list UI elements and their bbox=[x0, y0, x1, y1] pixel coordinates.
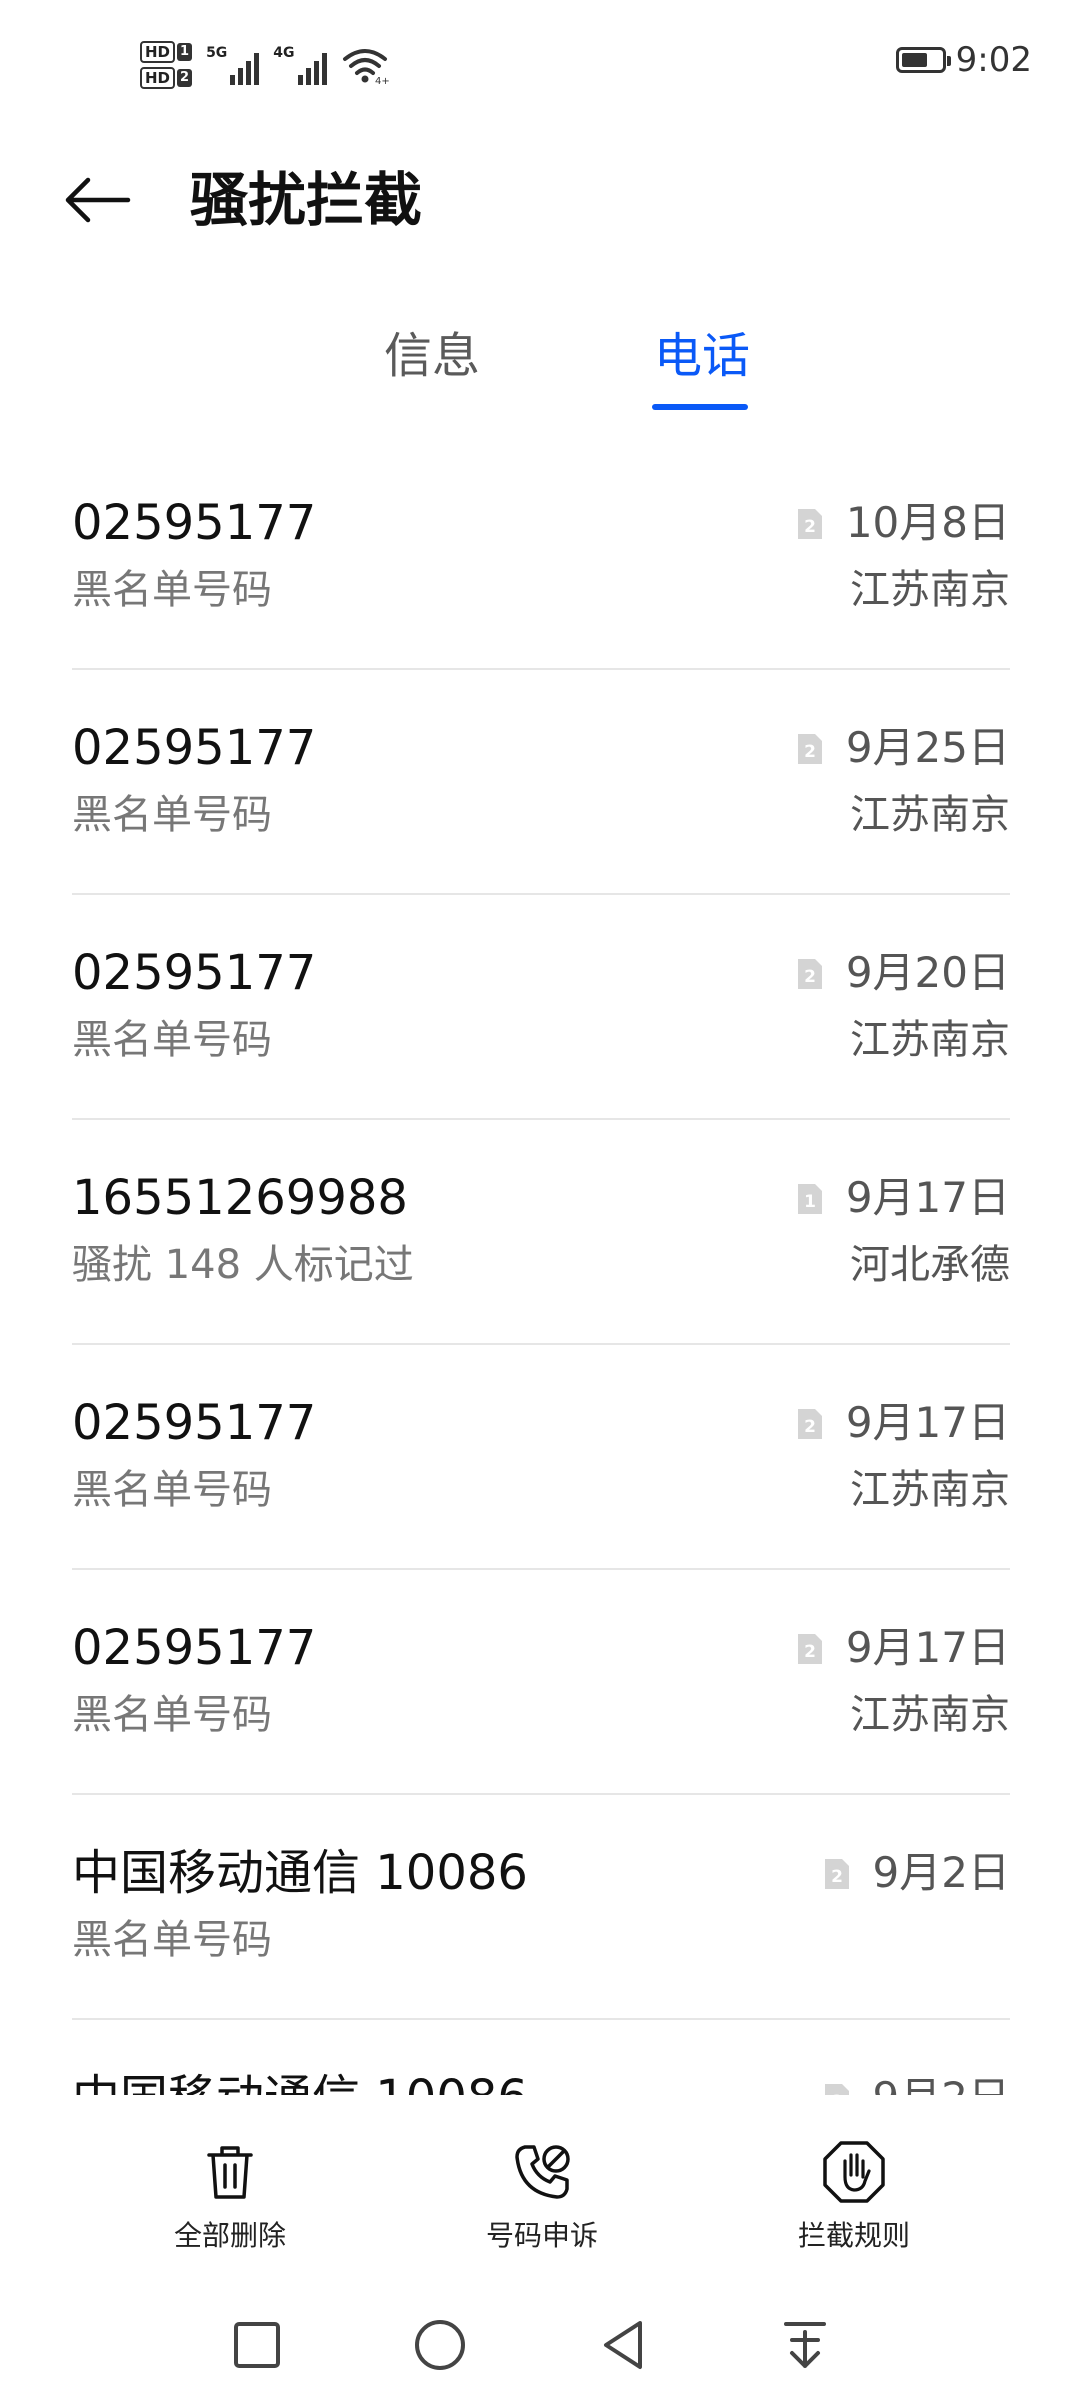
block-reason: 黑名单号码 bbox=[72, 1017, 272, 1063]
pull-down-icon[interactable] bbox=[770, 2310, 840, 2380]
caller-location: 江苏南京 bbox=[850, 1692, 1010, 1738]
caller-number: 02595177 bbox=[72, 1395, 317, 1451]
back-button[interactable] bbox=[62, 160, 152, 240]
block-reason: 骚扰 148 人标记过 bbox=[72, 1242, 414, 1288]
hand-stop-icon bbox=[823, 2141, 885, 2203]
status-icons-left: HD 1 HD 2 5G 4G 4+ bbox=[140, 30, 389, 100]
sim-card-icon: 2 bbox=[797, 1409, 822, 1439]
sim-number: 2 bbox=[804, 1642, 816, 1662]
triangle-back-icon[interactable] bbox=[588, 2310, 658, 2380]
call-date: 9月2日 bbox=[872, 1848, 1010, 1897]
block-reason: 黑名单号码 bbox=[72, 1467, 272, 1513]
block-rules-button[interactable]: 拦截规则 bbox=[764, 2137, 944, 2255]
tab-bar: 信息 电话 bbox=[0, 320, 1080, 410]
caller-location: 江苏南京 bbox=[850, 1467, 1010, 1513]
tab-calls[interactable]: 电话 bbox=[632, 320, 772, 392]
call-row[interactable]: 02595177 黑名单号码 10月8日江苏南京 2 bbox=[72, 445, 1010, 670]
wifi-icon: 4+ bbox=[342, 49, 389, 85]
hd-badge-1: HD bbox=[140, 41, 176, 63]
signal-4g-icon: 4G bbox=[273, 45, 327, 85]
call-date: 9月17日 bbox=[845, 1623, 1010, 1672]
call-row[interactable]: 02595177 黑名单号码 9月17日江苏南京 2 bbox=[72, 1345, 1010, 1570]
call-row[interactable]: 02595177 黑名单号码 9月17日江苏南京 2 bbox=[72, 1570, 1010, 1795]
sim-card-icon: 2 bbox=[824, 2084, 849, 2095]
sim-number: 2 bbox=[831, 1867, 843, 1887]
square-nav-icon[interactable] bbox=[222, 2310, 292, 2380]
delete-all-button[interactable]: 全部删除 bbox=[140, 2137, 320, 2255]
caller-number: 16551269988 bbox=[72, 1170, 408, 1226]
active-tab-indicator bbox=[652, 404, 748, 410]
caller-number: 中国移动通信 10086 bbox=[72, 1845, 528, 1901]
circle-nav-icon[interactable] bbox=[405, 2310, 475, 2380]
sim-number: 2 bbox=[804, 967, 816, 987]
sim-number: 2 bbox=[804, 517, 816, 537]
block-reason: 黑名单号码 bbox=[72, 1917, 272, 1963]
call-date: 9月17日 bbox=[845, 1173, 1010, 1222]
sim-card-icon: 2 bbox=[797, 959, 822, 989]
caller-location: 江苏南京 bbox=[850, 792, 1010, 838]
caller-number: 02595177 bbox=[72, 495, 317, 551]
signal-5g-icon: 5G bbox=[206, 45, 260, 85]
number-appeal-button[interactable]: 号码申诉 bbox=[452, 2137, 632, 2255]
tab-messages[interactable]: 信息 bbox=[372, 320, 492, 392]
caller-number: 02595177 bbox=[72, 945, 317, 1001]
status-icons-right: 9:02 bbox=[895, 40, 1032, 80]
sim-number: 1 bbox=[804, 1192, 816, 1212]
wifi-tag: 4+ bbox=[375, 76, 389, 85]
call-row[interactable]: 16551269988 骚扰 148 人标记过 9月17日河北承德 1 bbox=[72, 1120, 1010, 1345]
sim-number: 2 bbox=[804, 1417, 816, 1437]
hd-badge-2: HD bbox=[140, 67, 176, 89]
block-reason: 黑名单号码 bbox=[72, 792, 272, 838]
battery-icon bbox=[895, 47, 951, 73]
sim-card-icon: 2 bbox=[797, 734, 822, 764]
block-rules-label: 拦截规则 bbox=[797, 2219, 910, 2252]
call-row[interactable]: 中国移动通信 10086 黑名单号码 9月2日 2 bbox=[72, 1795, 1010, 2020]
caller-location: 河北承德 bbox=[850, 1242, 1010, 1288]
caller-location: 江苏南京 bbox=[850, 567, 1010, 613]
call-row[interactable]: 02595177 黑名单号码 9月25日江苏南京 2 bbox=[72, 670, 1010, 895]
bottom-toolbar: 全部删除 号码申诉 拦截规则 bbox=[0, 2095, 1080, 2270]
caller-number: 02595177 bbox=[72, 1620, 317, 1676]
caller-number: 中国移动通信 10086 bbox=[72, 2068, 528, 2095]
call-row[interactable]: 中国移动通信 10086 9月2日 2 bbox=[72, 2020, 1010, 2095]
call-date: 9月25日 bbox=[845, 723, 1010, 772]
arrow-left-icon bbox=[65, 177, 131, 223]
call-row[interactable]: 02595177 黑名单号码 9月20日江苏南京 2 bbox=[72, 895, 1010, 1120]
system-nav-bar bbox=[0, 2290, 1080, 2400]
trash-icon bbox=[207, 2146, 253, 2199]
status-bar: HD 1 HD 2 5G 4G 4+ 9:02 bbox=[0, 0, 1080, 130]
sim-card-icon: 2 bbox=[797, 1634, 822, 1664]
sim-2-badge: 2 bbox=[177, 69, 193, 87]
delete-all-label: 全部删除 bbox=[173, 2219, 286, 2252]
sim-hd-indicators: HD 1 HD 2 bbox=[140, 41, 193, 89]
app-header: 骚扰拦截 bbox=[0, 140, 1080, 260]
sim-number: 2 bbox=[804, 742, 816, 762]
call-date: 9月20日 bbox=[845, 948, 1010, 997]
call-date: 10月8日 bbox=[845, 498, 1010, 547]
call-date: 9月2日 bbox=[873, 2070, 1010, 2095]
call-date: 9月17日 bbox=[845, 1398, 1010, 1447]
sim-card-icon: 2 bbox=[824, 1859, 849, 1889]
block-reason: 黑名单号码 bbox=[72, 1692, 272, 1738]
sim-card-icon: 2 bbox=[797, 509, 822, 539]
phone-appeal-icon bbox=[515, 2145, 570, 2199]
caller-number: 02595177 bbox=[72, 720, 317, 776]
net-5g-label: 5G bbox=[206, 45, 228, 61]
number-appeal-label: 号码申诉 bbox=[485, 2219, 598, 2252]
sim-card-icon: 1 bbox=[797, 1184, 822, 1214]
clock: 9:02 bbox=[955, 40, 1032, 80]
caller-location: 江苏南京 bbox=[850, 1017, 1010, 1063]
blocked-call-list[interactable]: 02595177 黑名单号码 10月8日江苏南京 2 02595177 黑名单号码 9月25… bbox=[72, 445, 1010, 2095]
block-reason: 黑名单号码 bbox=[72, 567, 272, 613]
sim-1-badge: 1 bbox=[177, 43, 193, 61]
net-4g-label: 4G bbox=[273, 45, 295, 61]
page-title: 骚扰拦截 bbox=[190, 166, 423, 234]
